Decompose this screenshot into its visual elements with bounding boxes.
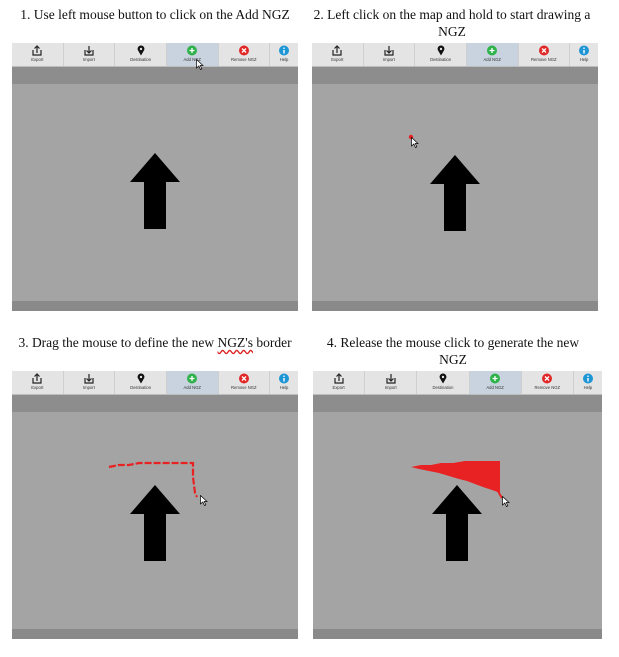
destination-button[interactable]: Destination xyxy=(115,371,167,394)
step-caption: 4. Release the mouse click to generate t… xyxy=(326,335,580,367)
help-button[interactable]: Help xyxy=(574,371,602,394)
remove-circle-icon xyxy=(238,45,249,56)
import-button[interactable]: Import xyxy=(64,43,116,66)
remove-circle-icon xyxy=(542,373,553,384)
import-icon xyxy=(384,46,394,56)
destination-button[interactable]: Destination xyxy=(417,371,470,394)
mouse-cursor-icon xyxy=(196,59,204,70)
status-strip xyxy=(313,629,602,639)
info-icon xyxy=(279,373,290,384)
map-canvas[interactable] xyxy=(12,84,298,301)
mouse-cursor-icon xyxy=(411,137,419,148)
export-icon xyxy=(32,45,42,56)
status-strip xyxy=(12,301,298,311)
add-circle-icon xyxy=(187,45,198,56)
map-pin-icon xyxy=(137,373,144,384)
export-button[interactable]: Export xyxy=(12,371,64,394)
export-icon xyxy=(32,373,42,384)
heading-arrow-icon xyxy=(430,155,480,231)
app-window: Export Import Destination Add NGZ Remove… xyxy=(12,43,298,311)
remove-circle-icon xyxy=(538,45,549,56)
import-button[interactable]: Import xyxy=(64,371,116,394)
step-panel-4: 4. Release the mouse click to generate t… xyxy=(313,334,603,644)
status-strip xyxy=(12,629,298,639)
help-button[interactable]: Help xyxy=(270,43,298,66)
app-window: Export Import Destination Add NGZ Remove… xyxy=(312,43,598,311)
import-button[interactable]: Import xyxy=(364,43,416,66)
header-strip xyxy=(313,395,602,412)
header-strip xyxy=(12,395,298,412)
add-ngz-button[interactable]: Add NGZ xyxy=(166,371,219,394)
add-ngz-button[interactable]: Add NGZ xyxy=(469,371,522,394)
remove-ngz-button[interactable]: Remove NGZ xyxy=(219,43,271,66)
app-window: Export Import Destination Add NGZ Remove… xyxy=(313,371,602,639)
import-button[interactable]: Import xyxy=(365,371,418,394)
step-caption: 2. Left click on the map and hold to sta… xyxy=(313,7,591,39)
toolbar: Export Import Destination Add NGZ Remove… xyxy=(12,371,298,395)
add-ngz-button[interactable]: Add NGZ xyxy=(466,43,519,66)
remove-ngz-button[interactable]: Remove NGZ xyxy=(519,43,571,66)
import-icon xyxy=(386,374,396,384)
header-strip xyxy=(12,67,298,84)
mouse-cursor-icon xyxy=(200,495,208,506)
toolbar: Export Import Destination Add NGZ Remove… xyxy=(312,43,598,67)
export-button[interactable]: Export xyxy=(312,43,364,66)
toolbar: Export Import Destination Add NGZ Remove… xyxy=(12,43,298,67)
remove-circle-icon xyxy=(238,373,249,384)
info-icon xyxy=(279,45,290,56)
toolbar: Export Import Destination Add NGZ Remove… xyxy=(313,371,602,395)
status-strip xyxy=(312,301,598,311)
step-panel-2: 2. Left click on the map and hold to sta… xyxy=(312,6,598,312)
map-pin-icon xyxy=(137,45,144,56)
add-circle-icon xyxy=(487,45,498,56)
add-circle-icon xyxy=(187,373,198,384)
ngz-border-path xyxy=(108,461,198,498)
help-button[interactable]: Help xyxy=(270,371,298,394)
step-panel-1: 1. Use left mouse button to click on the… xyxy=(12,6,298,312)
step-panel-3: 3. Drag the mouse to define the new NGZ'… xyxy=(12,334,298,644)
map-canvas[interactable] xyxy=(313,412,602,629)
heading-arrow-icon xyxy=(130,153,180,229)
ngz-polygon xyxy=(411,461,503,499)
export-icon xyxy=(333,373,344,384)
header-strip xyxy=(312,67,598,84)
remove-ngz-button[interactable]: Remove NGZ xyxy=(522,371,574,394)
info-icon xyxy=(582,373,593,384)
remove-ngz-button[interactable]: Remove NGZ xyxy=(219,371,271,394)
map-pin-icon xyxy=(439,373,447,384)
map-canvas[interactable] xyxy=(12,412,298,629)
import-icon xyxy=(84,374,94,384)
mouse-cursor-icon xyxy=(502,496,510,507)
export-button[interactable]: Export xyxy=(313,371,366,394)
step-caption: 1. Use left mouse button to click on the… xyxy=(20,7,290,22)
app-window: Export Import Destination Add NGZ Remove… xyxy=(12,371,298,639)
step-caption: 3. Drag the mouse to define the new NGZ'… xyxy=(18,335,292,350)
info-icon xyxy=(579,45,590,56)
destination-button[interactable]: Destination xyxy=(115,43,167,66)
export-button[interactable]: Export xyxy=(12,43,64,66)
add-circle-icon xyxy=(490,373,501,384)
import-icon xyxy=(84,46,94,56)
add-ngz-button[interactable]: Add NGZ xyxy=(166,43,219,66)
map-pin-icon xyxy=(437,45,444,56)
help-button[interactable]: Help xyxy=(570,43,598,66)
export-icon xyxy=(332,45,342,56)
destination-button[interactable]: Destination xyxy=(415,43,467,66)
map-canvas[interactable] xyxy=(312,84,598,301)
